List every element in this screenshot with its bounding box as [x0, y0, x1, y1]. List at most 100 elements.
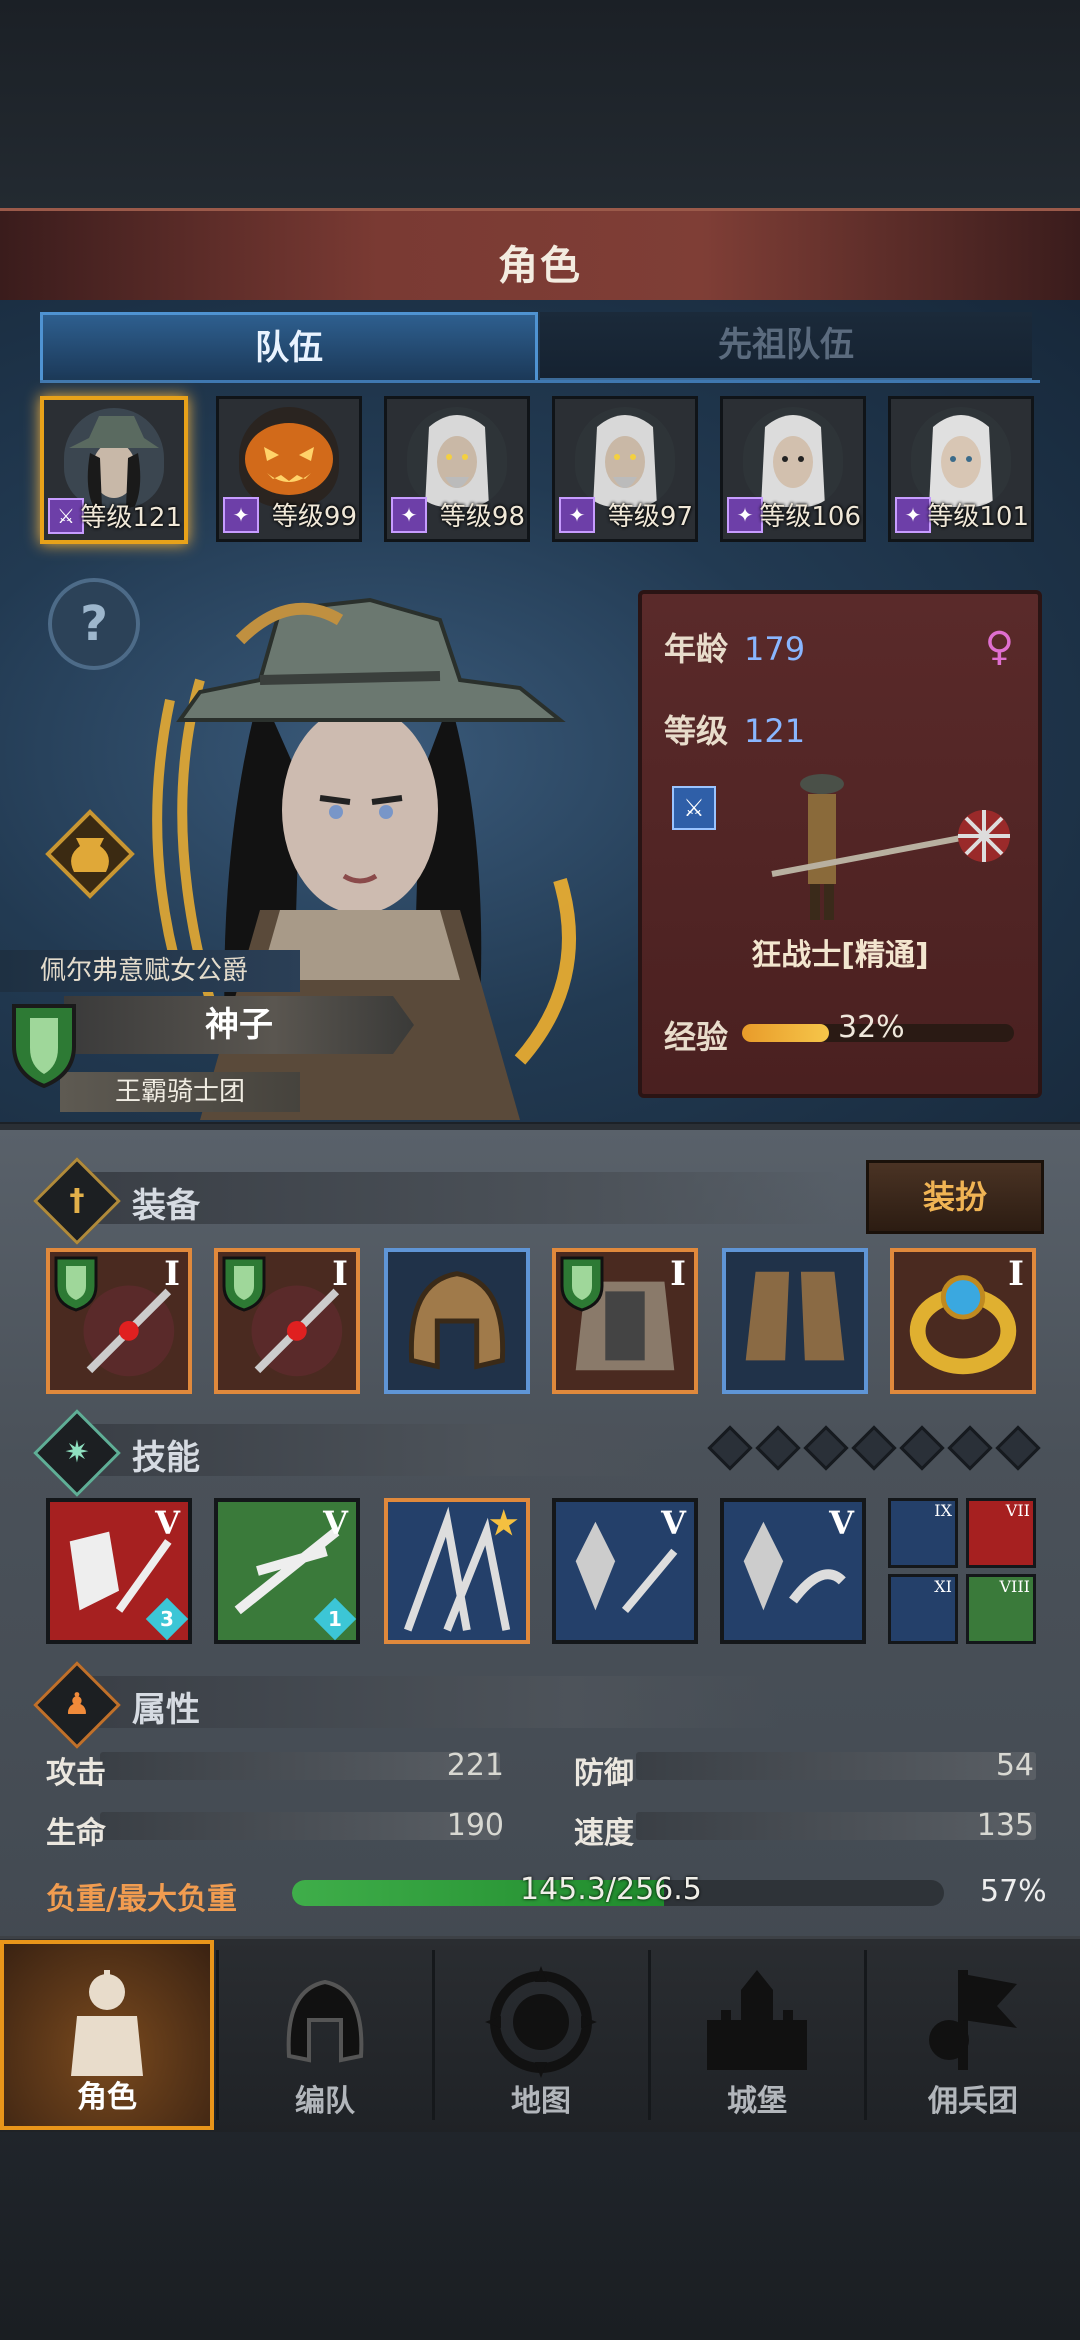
guild-name: 王霸骑士团	[60, 1072, 300, 1112]
boots-icon	[745, 1271, 845, 1361]
dress-up-button[interactable]: 装扮	[866, 1160, 1044, 1234]
nav-formation[interactable]: 编队	[218, 1940, 432, 2130]
top-letterbox	[0, 0, 1080, 208]
staff-icon: ✦	[391, 497, 427, 533]
equip-tier: I	[332, 1254, 348, 1294]
nav-castle[interactable]: 城堡	[650, 1940, 864, 2130]
equip-tier: I	[1008, 1254, 1024, 1294]
team-member-6[interactable]: ✦ 等级101	[888, 396, 1034, 542]
portrait-elf	[743, 407, 843, 507]
skills-title: 技能	[132, 1438, 200, 1478]
character-name[interactable]: 神子	[64, 996, 414, 1054]
helmet-icon	[408, 1271, 506, 1370]
portrait-pumpkin	[239, 407, 339, 507]
load-label: 负重/最大负重	[46, 1882, 237, 1917]
load-value: 145.3/256.5	[520, 1872, 702, 1907]
guild-badge-icon	[560, 1256, 604, 1312]
equip-boots[interactable]	[722, 1248, 868, 1394]
skill-1[interactable]: V 3	[46, 1498, 192, 1644]
equip-tier: I	[164, 1254, 180, 1294]
skill-tier: V	[829, 1504, 854, 1542]
team-level: 等级106	[759, 502, 861, 532]
female-icon: ♀	[984, 624, 1014, 670]
portrait-elder-elf	[575, 407, 675, 507]
nav-character[interactable]: 角色	[0, 1940, 214, 2130]
team-level: 等级121	[80, 503, 182, 533]
class-name: 狂战士[精通]	[751, 938, 929, 973]
defense-label: 防御	[574, 1756, 634, 1791]
exp-label: 经验	[664, 1018, 729, 1056]
class-sword-icon[interactable]: ⚔	[672, 786, 716, 830]
hp-value: 190	[446, 1808, 504, 1843]
skill-small-2[interactable]: VII	[966, 1498, 1036, 1568]
class-figure	[771, 774, 1010, 920]
equip-ring[interactable]: I	[890, 1248, 1036, 1394]
page-title: 角色	[498, 243, 582, 289]
skill-tier: V	[155, 1504, 180, 1542]
team-member-3[interactable]: ✦ 等级98	[384, 396, 530, 542]
level-row: 等级 121	[664, 706, 805, 752]
nav-label: 角色	[77, 2080, 137, 2115]
equip-weapon-main[interactable]: I	[46, 1248, 192, 1394]
skill-tier: IX	[934, 1501, 952, 1520]
skill-tier: V	[323, 1504, 348, 1542]
guild-badge-icon	[54, 1256, 98, 1312]
helmet-icon	[286, 1979, 364, 2063]
team-level: 等级99	[271, 502, 357, 532]
equip-weapon-off[interactable]: I	[214, 1248, 360, 1394]
staff-icon: ✦	[559, 497, 595, 533]
banner-icon	[929, 1970, 1017, 2070]
nav-label: 城堡	[727, 2084, 787, 2119]
nav-mercenary[interactable]: 佣兵团	[866, 1940, 1080, 2130]
help-icon[interactable]: ?	[48, 578, 140, 670]
speed-label: 速度	[574, 1816, 634, 1851]
skill-5[interactable]: V	[720, 1498, 866, 1644]
hp-label: 生命	[46, 1816, 106, 1851]
castle-icon	[707, 1970, 807, 2070]
team-level: 等级101	[927, 502, 1029, 532]
team-member-2[interactable]: ✦ 等级99	[216, 396, 362, 542]
nav-label: 编队	[295, 2084, 355, 2119]
team-level: 等级98	[439, 502, 525, 532]
team-level: 等级97	[607, 502, 693, 532]
compass-icon	[485, 1966, 597, 2078]
skill-small-1[interactable]: IX	[888, 1498, 958, 1568]
portrait-elf	[911, 407, 1011, 507]
equipment-title: 装备	[132, 1186, 200, 1226]
tab-team[interactable]: 队伍	[40, 312, 538, 381]
equip-helmet[interactable]	[384, 1248, 530, 1394]
skill-gem-badge: 1	[313, 1597, 357, 1641]
equip-armor[interactable]: I	[552, 1248, 698, 1394]
title-bar: 角色	[0, 208, 1080, 306]
skill-tier: XI	[934, 1577, 952, 1596]
age-label: 年龄	[664, 630, 729, 668]
age-value: 179	[744, 630, 806, 668]
potion-bag-icon[interactable]	[44, 808, 136, 900]
staff-icon: ✦	[223, 497, 259, 533]
portrait-elder-elf	[407, 407, 507, 507]
tab-ancestor-team[interactable]: 先祖队伍	[540, 312, 1032, 381]
team-member-1[interactable]: ⚔ 等级121	[40, 396, 188, 544]
skill-star: ★	[489, 1504, 518, 1542]
load-percent: 57%	[980, 1874, 1047, 1909]
attack-label: 攻击	[46, 1756, 106, 1791]
age-row: 年龄 179	[664, 624, 805, 670]
exp-percent: 32%	[838, 1010, 905, 1045]
skill-small-4[interactable]: VIII	[966, 1574, 1036, 1644]
team-member-5[interactable]: ✦ 等级106	[720, 396, 866, 542]
staff-icon: ✦	[895, 497, 931, 533]
skill-small-3[interactable]: XI	[888, 1574, 958, 1644]
equip-tier: I	[670, 1254, 686, 1294]
defense-value: 54	[995, 1748, 1034, 1783]
skill-3[interactable]: ★	[384, 1498, 530, 1644]
nav-label: 地图	[511, 2084, 571, 2119]
sword-icon: ⚔	[48, 498, 84, 534]
guild-badge-icon	[222, 1256, 266, 1312]
skill-2[interactable]: V 1	[214, 1498, 360, 1644]
skill-4[interactable]: V	[552, 1498, 698, 1644]
nav-map[interactable]: 地图	[434, 1940, 648, 2130]
skill-tier: VII	[1005, 1501, 1030, 1520]
tab-underline	[40, 380, 1040, 383]
knight-icon	[71, 1970, 143, 2076]
team-member-4[interactable]: ✦ 等级97	[552, 396, 698, 542]
